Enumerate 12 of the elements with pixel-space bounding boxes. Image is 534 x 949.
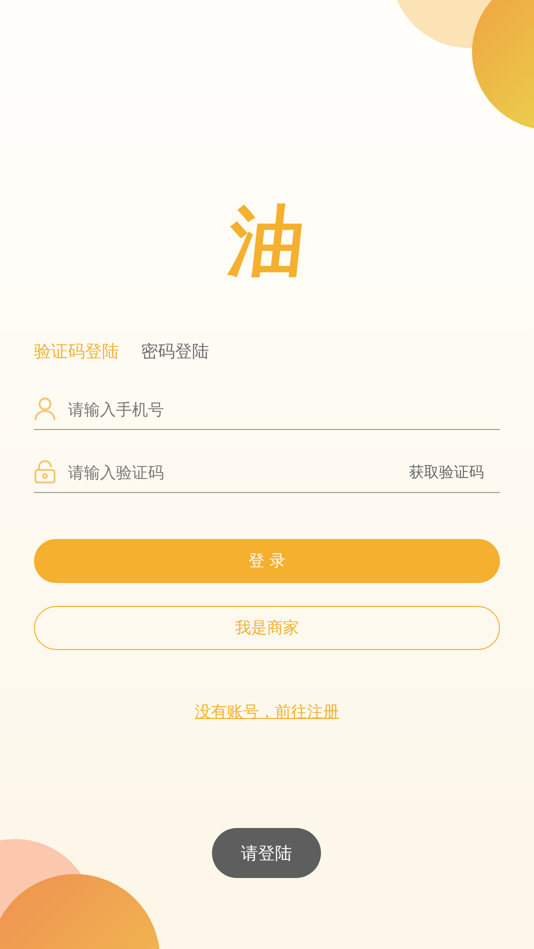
toast-message: 请登陆 xyxy=(212,828,321,878)
lock-icon xyxy=(34,460,56,484)
input-field[interactable]: 请输入手机号 xyxy=(68,400,500,418)
get-code-button[interactable]: 获取验证码 xyxy=(409,462,500,482)
merchant-button[interactable]: 我是商家 xyxy=(34,606,500,650)
login-button[interactable]: 登 录 xyxy=(34,539,500,583)
logo: 油 xyxy=(224,196,310,286)
register-link[interactable]: 没有账号，前往注册 xyxy=(195,702,339,723)
login-tab[interactable]: 密码登陆 xyxy=(141,340,209,365)
login-tab[interactable]: 验证码登陆 xyxy=(34,340,119,365)
user-icon xyxy=(34,397,56,421)
input-field[interactable]: 请输入验证码 xyxy=(68,462,397,482)
